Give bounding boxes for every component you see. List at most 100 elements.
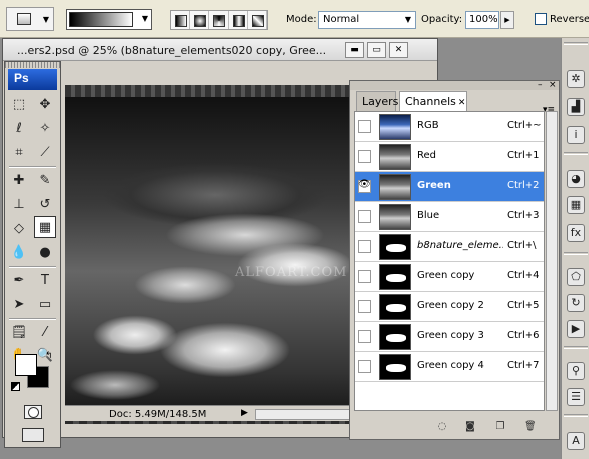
load-selection-icon[interactable]: ◌: [436, 421, 448, 433]
right-dock: ✲ ▟ i ◕ ▦ fx ⬠ ↻ ▶ ⚲ ☰ A: [561, 38, 589, 459]
linear-gradient-button[interactable]: [171, 11, 191, 29]
panel-header[interactable]: – ×: [350, 81, 559, 90]
dock-separator: [564, 42, 588, 45]
slice-tool-icon[interactable]: ⟋: [34, 142, 56, 164]
lasso-tool-icon[interactable]: ℓ: [8, 118, 30, 140]
screen-mode-button[interactable]: [22, 428, 44, 442]
channel-row[interactable]: Green copy Ctrl+4: [355, 262, 544, 292]
marquee-tool-icon[interactable]: ⬚: [8, 94, 30, 116]
collapse-icon[interactable]: –: [538, 81, 543, 90]
maximize-button[interactable]: ▭: [367, 42, 386, 58]
radial-gradient-button[interactable]: [190, 11, 210, 29]
color-icon[interactable]: ◕: [567, 170, 585, 188]
visibility-toggle[interactable]: [358, 120, 371, 133]
visibility-toggle[interactable]: [358, 300, 371, 313]
magic-wand-icon[interactable]: ✧: [34, 118, 56, 140]
new-channel-icon[interactable]: ❐: [494, 421, 506, 433]
trash-icon[interactable]: 🗑: [524, 421, 537, 433]
channel-shortcut: Ctrl+6: [507, 330, 540, 341]
channel-row[interactable]: b8nature_eleme... Ctrl+\: [355, 232, 544, 262]
reflected-gradient-button[interactable]: [229, 11, 248, 29]
channel-thumbnail: [379, 264, 411, 290]
close-icon[interactable]: ×: [549, 81, 557, 90]
opacity-slider-button[interactable]: ▶: [500, 11, 514, 29]
eye-icon[interactable]: [358, 179, 371, 193]
tool-presets-icon[interactable]: ⚲: [567, 362, 585, 380]
swap-colors-icon[interactable]: ↰: [45, 351, 53, 361]
vertical-scrollbar[interactable]: [546, 111, 558, 411]
channel-name: Red: [417, 150, 436, 161]
info-icon[interactable]: i: [567, 126, 585, 144]
image-canvas[interactable]: ALFOART.COM: [65, 85, 352, 424]
swatches-icon[interactable]: ▦: [567, 196, 585, 214]
channel-row[interactable]: Green Ctrl+2: [355, 172, 544, 202]
gradient-picker[interactable]: ▼: [66, 9, 152, 30]
brush-tool-icon[interactable]: ✎: [34, 170, 56, 192]
visibility-toggle[interactable]: [358, 330, 371, 343]
channel-row[interactable]: Green copy 4 Ctrl+7: [355, 352, 544, 382]
channel-row[interactable]: Green copy 2 Ctrl+5: [355, 292, 544, 322]
notes-tool-icon[interactable]: 🗒: [8, 322, 30, 344]
channel-row[interactable]: Blue Ctrl+3: [355, 202, 544, 232]
clone-stamp-icon[interactable]: ⊥: [8, 194, 30, 216]
chevron-down-icon: ▼: [404, 15, 411, 24]
status-menu-arrow[interactable]: ▶: [241, 408, 251, 420]
minimize-button[interactable]: ▬: [345, 42, 364, 58]
crop-tool-icon[interactable]: ⌗: [8, 142, 30, 164]
eraser-tool-icon[interactable]: ◇: [8, 218, 30, 240]
dock-separator: [564, 252, 588, 255]
visibility-toggle[interactable]: [358, 360, 371, 373]
visibility-toggle[interactable]: [358, 240, 371, 253]
quick-mask-button[interactable]: [24, 405, 42, 419]
healing-brush-icon[interactable]: ✚: [8, 170, 30, 192]
save-selection-icon[interactable]: ◙: [464, 421, 476, 433]
channel-thumbnail: [379, 204, 411, 230]
eyedropper-icon[interactable]: ⁄: [34, 322, 56, 344]
channel-row[interactable]: RGB Ctrl+~: [355, 112, 544, 142]
blur-tool-icon[interactable]: 💧: [8, 242, 30, 264]
foreground-color-swatch[interactable]: [15, 354, 37, 376]
tab-channels[interactable]: Channels ✕: [399, 91, 467, 111]
tab-layers[interactable]: Layers: [356, 91, 398, 111]
default-colors-icon[interactable]: [11, 382, 20, 391]
histogram-icon[interactable]: ▟: [567, 98, 585, 116]
close-icon[interactable]: ✕: [458, 98, 466, 108]
gradient-tool-icon[interactable]: ▦: [34, 216, 56, 238]
move-tool-icon[interactable]: ✥: [34, 94, 56, 116]
channel-shortcut: Ctrl+\: [507, 240, 537, 251]
paths-icon[interactable]: ⬠: [567, 268, 585, 286]
toolbox-grip[interactable]: [5, 62, 60, 68]
ps-logo[interactable]: Ps: [8, 69, 57, 90]
type-tool-icon[interactable]: T: [34, 270, 56, 292]
horizontal-scrollbar[interactable]: [255, 409, 350, 420]
path-selection-icon[interactable]: ➤: [8, 294, 30, 316]
actions-icon[interactable]: ▶: [567, 320, 585, 338]
styles-icon[interactable]: fx: [567, 224, 585, 242]
history-icon[interactable]: ↻: [567, 294, 585, 312]
pen-tool-icon[interactable]: ✒: [8, 270, 30, 292]
channel-row[interactable]: Red Ctrl+1: [355, 142, 544, 172]
document-titlebar[interactable]: ...ers2.psd @ 25% (b8nature_elements020 …: [3, 39, 437, 61]
angle-gradient-button[interactable]: [209, 11, 229, 29]
dodge-tool-icon[interactable]: ●: [34, 242, 56, 264]
visibility-toggle[interactable]: [358, 210, 371, 223]
status-bar: Doc: 5.49M/148.5M ▶: [65, 405, 352, 421]
mode-select[interactable]: Normal ▼: [318, 11, 416, 29]
channel-thumbnail: [379, 234, 411, 260]
diamond-gradient-button[interactable]: [248, 11, 268, 29]
opacity-field[interactable]: 100%: [465, 11, 499, 29]
tool-preset-picker[interactable]: ▼: [6, 7, 54, 31]
panel-footer: ◌ ◙ ❐ 🗑: [350, 417, 559, 437]
mode-label: Mode:: [286, 14, 317, 25]
visibility-toggle[interactable]: [358, 270, 371, 283]
shape-tool-icon[interactable]: ▭: [34, 294, 56, 316]
navigator-icon[interactable]: ✲: [567, 70, 585, 88]
close-button[interactable]: ✕: [389, 42, 408, 58]
layer-comps-icon[interactable]: ☰: [567, 388, 585, 406]
visibility-toggle[interactable]: [358, 150, 371, 163]
character-icon[interactable]: A: [567, 432, 585, 450]
dock-separator: [564, 414, 588, 417]
channel-row[interactable]: Green copy 3 Ctrl+6: [355, 322, 544, 352]
history-brush-icon[interactable]: ↺: [34, 194, 56, 216]
reverse-checkbox[interactable]: [535, 13, 547, 25]
